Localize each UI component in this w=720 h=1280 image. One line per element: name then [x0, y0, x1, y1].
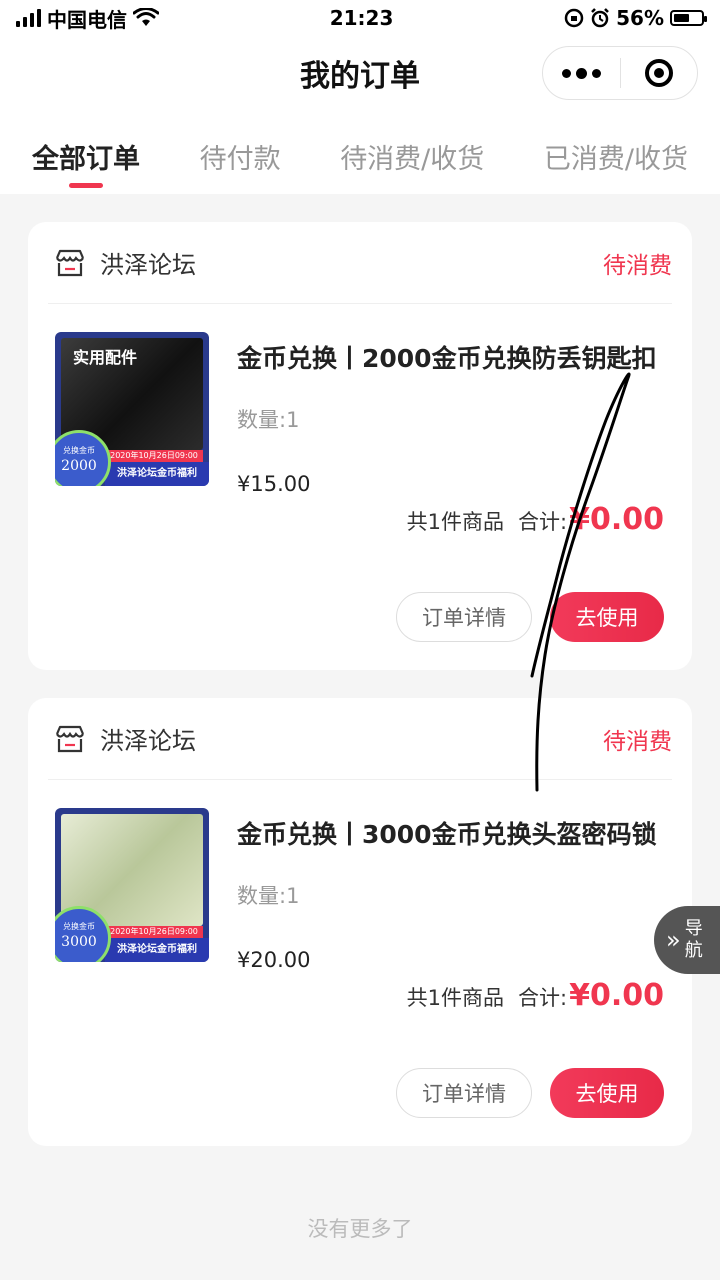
more-icon[interactable] [543, 47, 620, 99]
order-summary: 共1件商品 合计: ¥0.00 [407, 978, 664, 1013]
goods-quantity: 数量:1 [237, 408, 300, 432]
status-bar: 中国电信 21:23 56% [0, 0, 720, 36]
mini-program-capsule [542, 46, 698, 100]
order-goods[interactable]: 实用配件 2020年10月26日09:00 洪泽论坛金币福利 兑换金币 2000… [28, 304, 692, 504]
tab-label: 待消费/收货 [340, 144, 485, 175]
float-nav-label: 导航 [684, 918, 703, 961]
carrier-text: 中国电信 [47, 7, 127, 32]
product-image: 2020年10月26日09:00 洪泽论坛金币福利 兑换金币 3000 [55, 808, 209, 962]
order-actions: 订单详情 去使用 [396, 1068, 664, 1118]
clock-time: 21:23 [329, 6, 394, 30]
store-icon [55, 725, 85, 752]
order-tabs: 全部订单 待付款 待消费/收货 已消费/收货 [0, 110, 720, 194]
total-label: 合计: [518, 986, 568, 1010]
store-icon [55, 249, 85, 276]
navigation-bar: 我的订单 [0, 36, 720, 110]
tab-all-orders[interactable]: 全部订单 [32, 110, 140, 194]
goods-price: ¥15.00 [237, 472, 311, 496]
thumb-banner: 洪泽论坛金币福利 [105, 462, 209, 486]
order-goods[interactable]: 2020年10月26日09:00 洪泽论坛金币福利 兑换金币 3000 金币兑换… [28, 780, 692, 980]
close-target-icon[interactable] [621, 47, 698, 99]
goods-title: 金币兑换丨2000金币兑换防丢钥匙扣 [237, 344, 657, 373]
use-button[interactable]: 去使用 [550, 592, 664, 642]
total-amount: ¥0.00 [569, 978, 664, 1013]
thumb-heading: 实用配件 [73, 348, 138, 367]
alarm-icon [591, 8, 609, 28]
order-detail-button[interactable]: 订单详情 [396, 592, 532, 642]
tab-label: 已消费/收货 [543, 144, 688, 175]
tab-pending-use[interactable]: 待消费/收货 [340, 110, 484, 194]
wifi-icon [133, 8, 159, 26]
shop-name: 洪泽论坛 [100, 727, 196, 755]
order-status: 待消费 [603, 728, 672, 755]
double-chevron-right-icon: » [666, 926, 681, 954]
goods-price: ¥20.00 [237, 948, 311, 972]
order-card[interactable]: 洪泽论坛 待消费 实用配件 2020年10月26日09:00 洪泽论坛金币福利 … [28, 222, 692, 670]
product-image: 实用配件 2020年10月26日09:00 洪泽论坛金币福利 兑换金币 2000 [55, 332, 209, 486]
shop-name: 洪泽论坛 [100, 251, 196, 279]
total-amount: ¥0.00 [569, 502, 664, 537]
order-card-header: 洪泽论坛 待消费 [48, 222, 672, 304]
item-count: 共1件商品 [406, 986, 505, 1010]
orientation-lock-icon [564, 8, 584, 28]
order-summary: 共1件商品 合计: ¥0.00 [407, 502, 664, 537]
use-button[interactable]: 去使用 [550, 1068, 664, 1118]
total-label: 合计: [518, 510, 568, 534]
page-title: 我的订单 [300, 59, 420, 94]
tab-completed[interactable]: 已消费/收货 [544, 110, 688, 194]
order-actions: 订单详情 去使用 [396, 592, 664, 642]
badge-value: 3000 [61, 934, 97, 950]
badge-label: 兑换金币 [63, 446, 95, 455]
goods-title: 金币兑换丨3000金币兑换头盔密码锁 [237, 820, 657, 849]
tab-active-indicator [69, 183, 103, 188]
order-card-header: 洪泽论坛 待消费 [48, 698, 672, 780]
tab-pending-payment[interactable]: 待付款 [200, 110, 281, 194]
battery-percent: 56% [616, 6, 664, 30]
badge-value: 2000 [61, 458, 97, 474]
floating-nav-button[interactable]: » 导航 [654, 906, 720, 974]
order-status: 待消费 [603, 252, 672, 279]
thumb-date: 2020年10月26日09:00 [105, 926, 203, 938]
tab-label: 待付款 [199, 144, 281, 175]
order-card[interactable]: 洪泽论坛 待消费 2020年10月26日09:00 洪泽论坛金币福利 兑换金币 … [28, 698, 692, 1146]
no-more-text: 没有更多了 [307, 1217, 413, 1241]
battery-icon [669, 10, 707, 26]
order-detail-button[interactable]: 订单详情 [396, 1068, 532, 1118]
badge-label: 兑换金币 [63, 922, 95, 931]
item-count: 共1件商品 [406, 510, 505, 534]
thumb-date: 2020年10月26日09:00 [105, 450, 203, 462]
tab-label: 全部订单 [32, 144, 140, 175]
goods-quantity: 数量:1 [237, 884, 300, 908]
thumb-banner: 洪泽论坛金币福利 [105, 938, 209, 962]
signal-icon [16, 9, 41, 27]
